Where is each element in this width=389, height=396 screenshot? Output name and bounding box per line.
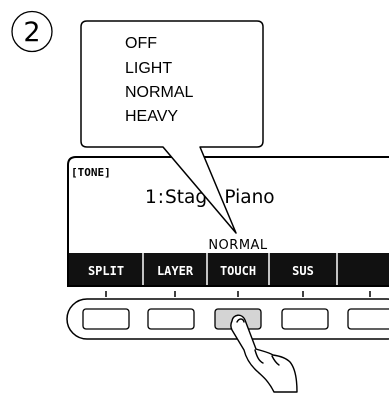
touch-response-diagram: 2 [TONE] 1:Stage Piano NORMAL OFF LIGHT … — [11, 10, 389, 393]
lcd-current-value: NORMAL — [208, 238, 268, 253]
softkey-bar: SPLIT LAYER TOUCH SUS — [69, 253, 389, 285]
callout-option: NORMAL — [125, 84, 194, 101]
softkey-label-layer: LAYER — [157, 264, 194, 278]
layer-button[interactable] — [147, 308, 195, 330]
softkey-label-sus: SUS — [292, 264, 314, 278]
fifth-button[interactable] — [347, 308, 389, 330]
softkey-ticks — [105, 291, 371, 297]
callout-option: LIGHT — [125, 60, 172, 77]
callout-option: HEAVY — [125, 108, 178, 125]
lcd-tone-number: 1 — [145, 187, 157, 208]
step-indicator: 2 — [11, 10, 53, 53]
step-number: 2 — [23, 17, 40, 48]
split-button[interactable] — [82, 308, 130, 330]
softkey-label-split: SPLIT — [88, 264, 124, 278]
lcd-title: [TONE] — [71, 166, 111, 179]
lcd-tone-separator: : — [158, 187, 164, 208]
softkey-label-touch: TOUCH — [220, 264, 256, 278]
callout-option: OFF — [125, 35, 157, 52]
button-panel — [66, 298, 389, 340]
sus-button[interactable] — [281, 308, 329, 330]
